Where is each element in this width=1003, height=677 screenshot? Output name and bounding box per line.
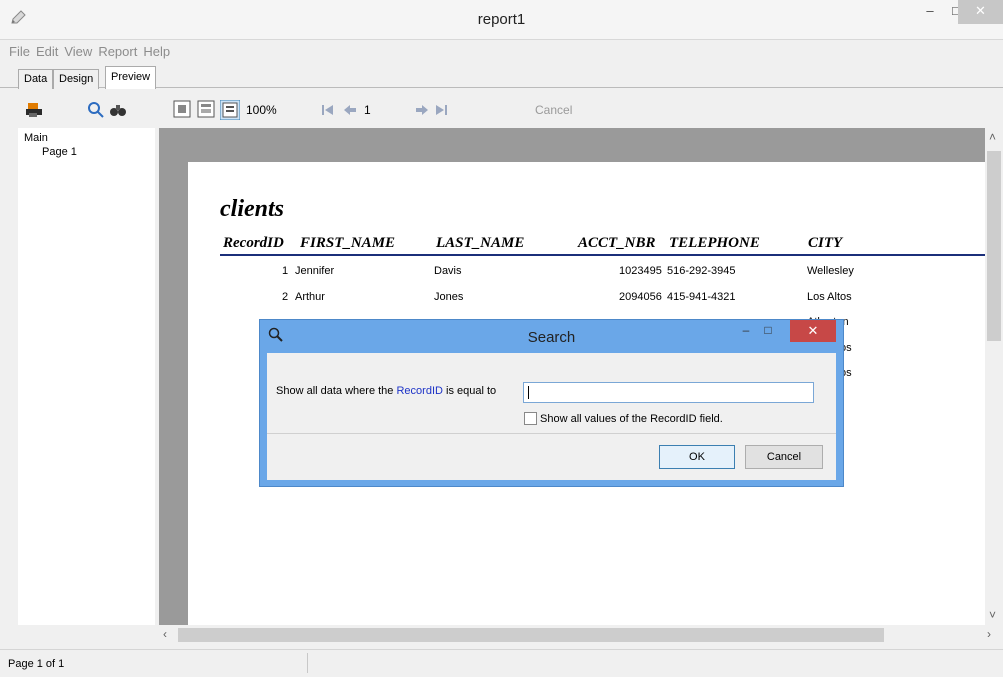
status-separator [307, 653, 308, 673]
status-bar: Page 1 of 1 [0, 649, 1003, 677]
search-value-input[interactable] [523, 382, 814, 403]
scroll-left-icon[interactable]: ‹ [163, 627, 167, 641]
column-header-recordid: RecordID [223, 235, 284, 251]
first-page-icon[interactable] [321, 104, 335, 119]
vertical-scrollbar[interactable]: ˄ ˅ [985, 128, 1003, 625]
menu-view[interactable]: View [61, 41, 95, 63]
next-page-icon[interactable] [415, 104, 429, 119]
table-cell: Davis [434, 265, 462, 277]
previous-page-icon[interactable] [343, 104, 357, 119]
table-cell: 516-292-3945 [667, 265, 736, 277]
report-title: clients [220, 196, 284, 222]
minimize-button[interactable]: – [917, 0, 943, 24]
window-title: report1 [477, 11, 526, 28]
scroll-up-icon[interactable]: ˄ [989, 130, 996, 144]
tab-design[interactable]: Design [53, 69, 100, 89]
horizontal-scrollbar[interactable]: ‹ › [159, 625, 1003, 645]
whole-page-icon[interactable] [197, 100, 215, 121]
search-criteria-label: Show all data where the RecordID is equa… [276, 385, 496, 397]
zoom-level[interactable]: 100% [246, 103, 277, 117]
ok-button[interactable]: OK [659, 445, 735, 469]
page-number-field[interactable]: 1 [364, 103, 371, 117]
dialog-body: Show all data where the RecordID is equa… [267, 353, 836, 480]
show-all-values-checkbox[interactable] [524, 412, 537, 425]
tab-data[interactable]: Data [18, 69, 54, 89]
zoom-search-icon[interactable] [86, 100, 106, 123]
dialog-minimize-button[interactable]: – [736, 323, 756, 337]
table-cell: 2 [282, 291, 289, 303]
menu-bar: File Edit View Report Help [0, 41, 1003, 63]
tab-strip: Data Design Preview [0, 64, 1003, 89]
tree-root-main[interactable]: Main [18, 128, 155, 145]
table-cell: Los Altos [807, 291, 852, 303]
search-dialog: Search – □ ✕ Show all data where the Rec… [259, 319, 844, 487]
column-header-first-name: FIRST_NAME [300, 235, 396, 251]
cancel-button[interactable]: Cancel [745, 445, 823, 469]
toolbar: 100% 1 Cancel [0, 96, 1003, 126]
page-status: Page 1 of 1 [8, 658, 65, 670]
column-header-telephone: TELEPHONE [669, 235, 760, 251]
tree-item-page-1[interactable]: Page 1 [18, 145, 155, 159]
horizontal-scroll-thumb[interactable] [178, 628, 884, 642]
title-bar: report1 – □ ✕ [0, 0, 1003, 40]
page-tree: Main Page 1 [18, 128, 155, 625]
dialog-divider [267, 433, 836, 434]
actual-size-icon[interactable] [219, 99, 241, 123]
last-page-icon[interactable] [434, 104, 448, 119]
column-header-acct-nbr: ACCT_NBR [578, 235, 656, 251]
table-cell: Wellesley [807, 265, 854, 277]
criteria-field-name: RecordID [396, 385, 443, 397]
menu-file[interactable]: File [6, 41, 33, 63]
table-cell: Jennifer [295, 265, 335, 277]
table-cell: 415-941-4321 [667, 291, 736, 303]
dialog-maximize-button[interactable]: □ [758, 323, 778, 337]
column-header-city: CITY [808, 235, 843, 251]
menu-report[interactable]: Report [95, 41, 140, 63]
print-icon[interactable] [24, 100, 44, 123]
close-button[interactable]: ✕ [958, 0, 1003, 24]
tab-preview[interactable]: Preview [105, 66, 157, 89]
criteria-prefix: Show all data where the [276, 385, 394, 397]
vertical-scroll-thumb[interactable] [987, 151, 1001, 341]
menu-edit[interactable]: Edit [33, 41, 61, 63]
header-rule [220, 254, 985, 256]
scroll-down-icon[interactable]: ˅ [989, 608, 996, 622]
table-cell: 1023495 [619, 265, 662, 277]
table-cell: 1 [282, 265, 289, 277]
cancel-render-button[interactable]: Cancel [535, 103, 572, 117]
table-cell: Arthur [295, 291, 325, 303]
column-header-last-name: LAST_NAME [436, 235, 525, 251]
page-width-icon[interactable] [173, 100, 191, 121]
table-cell: Jones [434, 291, 464, 303]
dialog-close-button[interactable]: ✕ [790, 320, 836, 342]
binoculars-icon[interactable] [108, 100, 128, 123]
scroll-right-icon[interactable]: › [987, 627, 991, 641]
table-cell: 2094056 [619, 291, 662, 303]
show-all-values-label[interactable]: Show all values of the RecordID field. [540, 413, 723, 425]
text-caret [528, 386, 529, 399]
criteria-suffix: is equal to [446, 385, 497, 397]
menu-help[interactable]: Help [140, 41, 173, 63]
